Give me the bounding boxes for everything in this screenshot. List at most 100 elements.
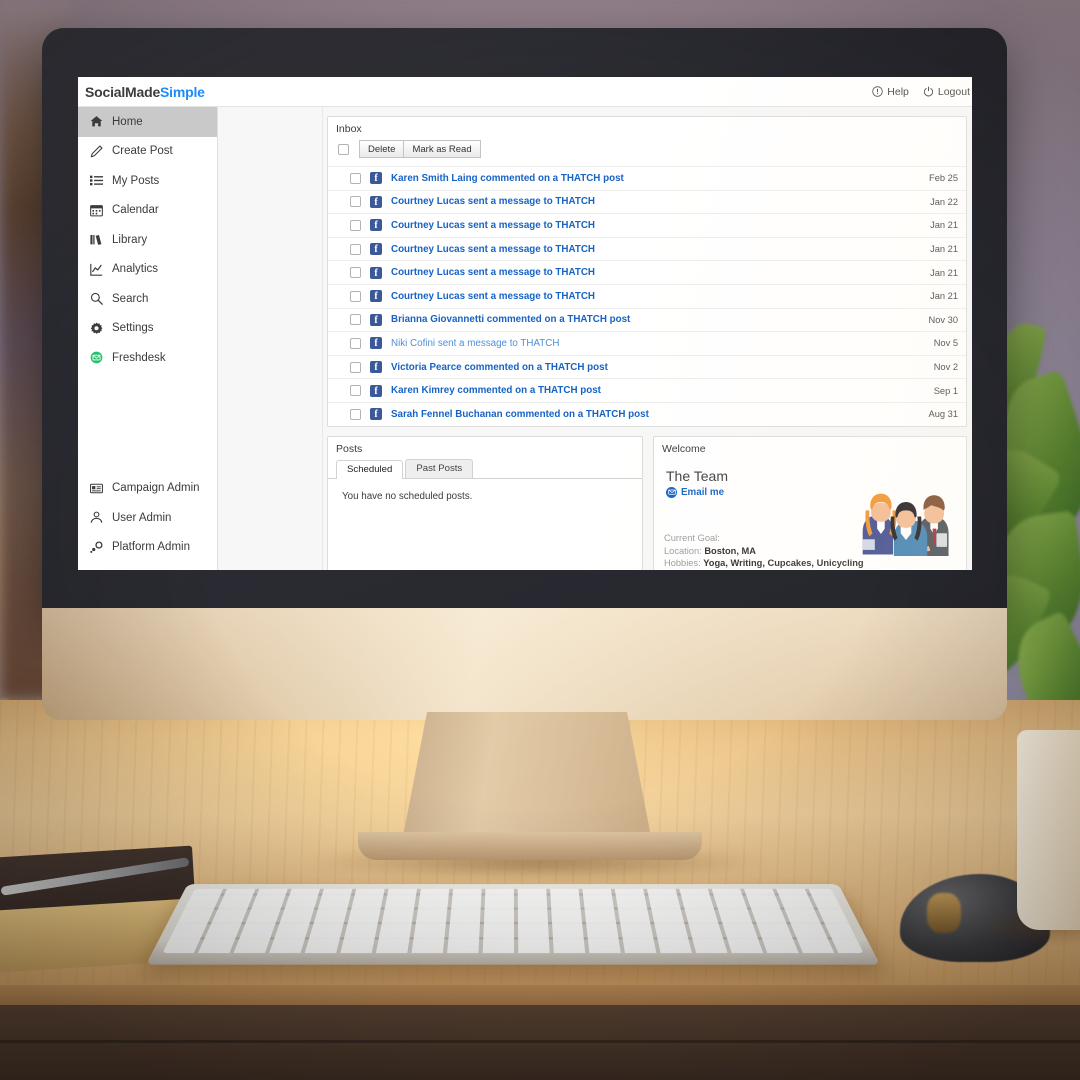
row-checkbox[interactable] [350,243,361,255]
row-checkbox[interactable] [350,172,361,184]
sidebar-item-library[interactable]: Library [78,225,217,255]
select-all-checkbox[interactable] [338,143,349,155]
sidebar-item-search[interactable]: Search [78,284,217,314]
message-text[interactable]: Victoria Pearce commented on a THATCH po… [391,362,925,373]
logout-link[interactable]: Logout [923,86,970,98]
inbox-row[interactable]: f Courtney Lucas sent a message to THATCH… [328,283,966,308]
message-text[interactable]: Courtney Lucas sent a message to THATCH [391,267,921,278]
inbox-row[interactable]: f Niki Cofini sent a message to THATCH Nov… [328,331,966,355]
mark-as-read-button[interactable]: Mark as Read [404,140,481,158]
message-text[interactable]: Brianna Giovannetti commented on a THATC… [391,314,920,325]
meta-key-location: Location: [664,545,702,556]
sidebar-label-calendar: Calendar [112,204,159,217]
message-date: Jan 21 [930,267,958,278]
gear-icon [90,322,103,335]
books-icon [90,233,103,246]
sidebar-item-freshdesk[interactable]: Freshdesk [78,343,217,373]
inbox-row[interactable]: f Courtney Lucas sent a message to THATCH… [328,189,966,214]
mouse-scroll-wheel [927,893,961,933]
row-checkbox[interactable] [350,314,361,326]
row-checkbox[interactable] [350,219,361,231]
sidebar-primary-nav: Home Create Post My Posts Calendar Libra… [78,107,217,373]
calendar-icon [90,204,103,217]
posts-panel: Posts Scheduled Past Posts You have no s… [327,435,643,570]
message-text[interactable]: Courtney Lucas sent a message to THATCH [391,244,921,255]
info-circle-icon [872,86,883,97]
message-text[interactable]: Sarah Fennel Buchanan commented on a THA… [391,409,920,420]
message-date: Jan 21 [930,291,958,302]
meta-value-location: Boston, MA [704,545,756,556]
message-date: Nov 30 [928,314,958,325]
row-checkbox[interactable] [350,290,361,302]
inbox-toolbar: Delete Mark as Read [328,140,966,166]
meta-row-hobbies: Hobbies: Yoga, Writing, Cupcakes, Unicyc… [664,557,864,570]
inbox-row[interactable]: f Courtney Lucas sent a message to THATCH… [328,236,966,261]
sidebar-label-user-admin: User Admin [112,511,172,524]
inbox-row[interactable]: f Victoria Pearce commented on a THATCH p… [328,354,966,379]
message-text[interactable]: Karen Kimrey commented on a THATCH post [391,385,925,396]
message-text[interactable]: Courtney Lucas sent a message to THATCH [391,196,921,207]
message-text[interactable]: Niki Cofini sent a message to THATCH [391,338,925,349]
facebook-icon: f [370,266,382,279]
welcome-meta: Current Goal: Location: Boston, MA Hobbi… [664,532,864,570]
sidebar-item-platform-admin[interactable]: Platform Admin [78,533,217,563]
facebook-icon: f [370,195,382,208]
row-checkbox[interactable] [350,196,361,208]
sidebar-item-analytics[interactable]: Analytics [78,255,217,285]
power-icon [923,86,934,97]
sidebar-item-home[interactable]: Home [78,107,217,137]
inbox-row[interactable]: f Courtney Lucas sent a message to THATCH… [328,260,966,284]
monitor-stand-foot [358,832,702,860]
sidebar-item-my-posts[interactable]: My Posts [78,166,217,196]
sidebar-item-settings[interactable]: Settings [78,314,217,344]
welcome-title: Welcome [662,442,706,455]
tab-scheduled[interactable]: Scheduled [336,459,404,479]
sidebar-label-create-post: Create Post [112,145,173,158]
inbox-panel: Inbox Delete Mark as Read f Karen Smith L… [327,116,967,427]
sidebar-admin-nav: Campaign Admin User Admin Platform Admin [78,474,217,571]
posts-empty-message: You have no scheduled posts. [342,490,473,502]
row-checkbox[interactable] [350,408,361,420]
inbox-row[interactable]: f Courtney Lucas sent a message to THATCH… [328,213,966,237]
sidebar-label-my-posts: My Posts [112,174,160,187]
delete-button[interactable]: Delete [359,140,405,158]
help-label: Help [887,85,909,98]
facebook-icon: f [370,243,382,256]
sidebar-label-library: Library [112,233,148,246]
message-text[interactable]: Karen Smith Laing commented on a THATCH … [391,173,920,184]
sidebar: Home Create Post My Posts Calendar Libra… [78,107,218,570]
inbox-message-list: f Karen Smith Laing commented on a THATCH… [328,166,966,426]
message-text[interactable]: Courtney Lucas sent a message to THATCH [391,220,921,231]
app-header: SocialMadeSimple Help Logout [78,77,972,107]
tab-past-posts[interactable]: Past Posts [405,458,474,478]
message-date: Jan 21 [930,244,958,255]
app-logo[interactable]: SocialMadeSimple [85,84,205,100]
inbox-row[interactable]: f Sarah Fennel Buchanan commented on a TH… [328,401,966,426]
sidebar-item-campaign-admin[interactable]: Campaign Admin [78,474,217,504]
header-actions: Help Logout [872,86,972,98]
inbox-row[interactable]: f Karen Kimrey commented on a THATCH post… [328,378,966,402]
help-link[interactable]: Help [872,86,909,98]
sidebar-label-analytics: Analytics [112,263,159,276]
row-checkbox[interactable] [350,267,361,279]
sidebar-item-calendar[interactable]: Calendar [78,196,217,226]
monitor-chin-sheen [42,608,1007,720]
facebook-icon: f [370,219,382,232]
inbox-row[interactable]: f Karen Smith Laing commented on a THATCH… [328,166,966,190]
id-card-icon [90,482,103,495]
sidebar-item-user-admin[interactable]: User Admin [78,503,217,533]
facebook-icon: f [370,172,382,185]
message-text[interactable]: Courtney Lucas sent a message to THATCH [391,291,921,302]
row-checkbox[interactable] [350,385,361,397]
logo-text-primary: SocialMade [85,83,161,100]
message-date: Nov 5 [933,338,958,349]
sidebar-item-create-post[interactable]: Create Post [78,137,217,167]
inbox-row[interactable]: f Brianna Giovannetti commented on a THAT… [328,307,966,332]
freshdesk-icon [90,351,103,364]
facebook-icon: f [370,290,382,303]
row-checkbox[interactable] [350,337,361,349]
message-date: Sep 1 [933,385,958,396]
row-checkbox[interactable] [350,361,361,373]
pencil-icon [90,145,103,158]
envelope-icon [666,486,677,498]
